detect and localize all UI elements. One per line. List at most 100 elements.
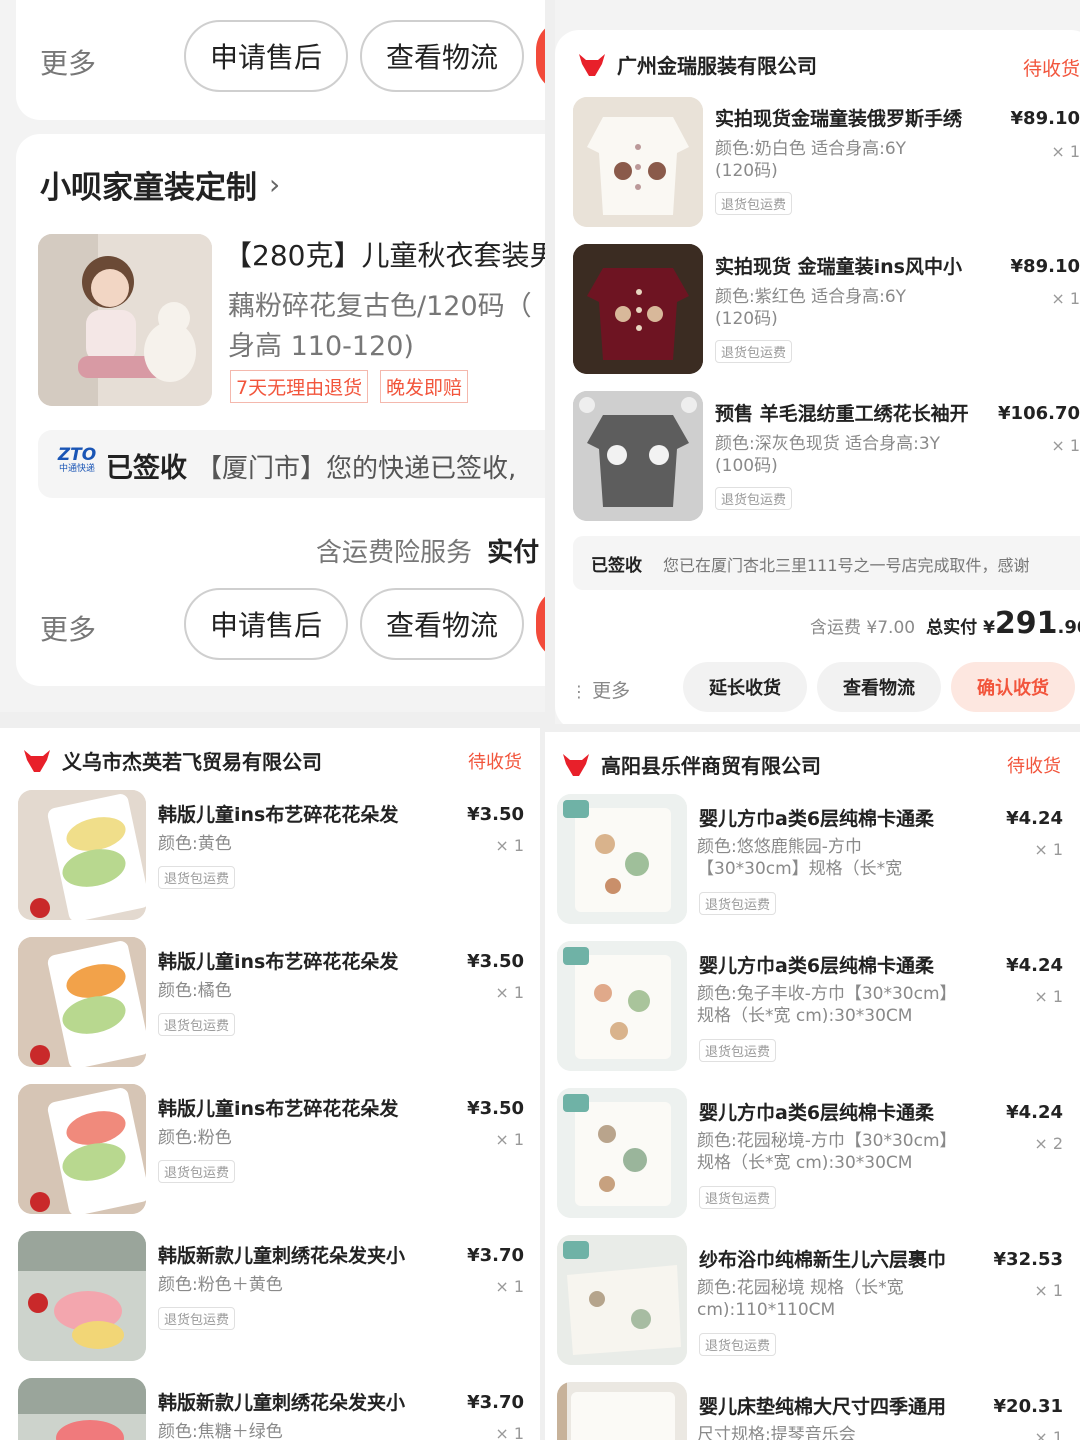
shop-bull-icon-bl [24,749,50,772]
product-spec-line1: 藕粉碎花复古色/120码（ [228,291,532,322]
panel-top-right: 广州金瑞服装有限公司 待收货 实拍现货金瑞童装俄罗斯手绣 颜色:奶白色 适合身高… [555,0,1080,724]
product-spec-tr-3: 颜色:深灰色现货 适合身高:3Y (100码) [715,434,941,477]
product-name-bl-2[interactable]: 韩版儿童ins布艺碎花花朵发 [158,947,428,974]
extend-receipt-button[interactable]: 延长收货 [683,662,807,712]
order-status-tr: 待收货 [1023,58,1080,80]
price-tr-1: ¥89.10 [1010,108,1080,129]
product-image[interactable] [38,234,212,406]
product-name-br-5[interactable]: 婴儿床垫纯棉大尺寸四季通用 [699,1392,969,1419]
logistics-text-tr: 您已在厦门杏北三里111号之一号店完成取件，感谢 [663,556,1030,575]
price-bl-4: ¥3.70 [467,1245,524,1266]
total-dec: .90 [1057,617,1080,638]
price-br-4: ¥32.53 [993,1249,1063,1270]
fee-text: 含运费险服务 [316,538,473,568]
product-name-br-3[interactable]: 婴儿方巾a类6层纯棉卡通柔 [699,1098,969,1125]
product-spec-line2: 身高 110-120) [228,331,414,362]
apply-aftersale-button-2[interactable]: 申请售后 [184,588,348,660]
chevron-right-icon: › [269,168,281,201]
qty-br-4: × 1 [1034,1281,1063,1300]
logistics-status-tr: 已签收 [591,556,642,576]
product-spec-bl-1: 颜色:黄色 [158,834,232,854]
price-tr-3: ¥106.70 [998,403,1080,424]
view-logistics-label-2: 查看物流 [385,609,498,642]
shop-bull-icon-br [563,753,589,776]
tag-br-1: 退货包运费 [699,892,777,915]
confirm-button-edge[interactable] [536,20,545,92]
shop-row-bl[interactable]: 义乌市杰英若飞贸易有限公司 [22,746,322,775]
more-label-tr: 更多 [592,680,631,702]
product-spec-br-5: 尺寸规格:提琴音乐会 [697,1425,856,1440]
product-spec-bl-3: 颜色:粉色 [158,1128,232,1148]
shipping-fee: 含运费 ¥7.00 [810,618,916,638]
view-logistics-label-tr: 查看物流 [843,678,915,699]
logistics-status: 已签收 [106,453,187,484]
tag-br-4: 退货包运费 [699,1333,777,1356]
apply-aftersale-button[interactable]: 申请售后 [184,20,348,92]
product-image-tr-3[interactable] [573,391,703,521]
order-card-main: 小呗家童装定制 › 【280克】儿童秋衣套装男 藕粉碎花复古色/120码（ 身高… [16,134,545,686]
logistics-row[interactable]: ZTO 中通快递 已签收 【厦门市】您的快递已签收, [38,430,545,498]
product-image-bl-1[interactable] [18,790,146,920]
logistics-text: 【厦门市】您的快递已签收, [196,454,517,484]
product-spec-tr-2: 颜色:紫红色 适合身高:6Y (120码) [715,287,907,330]
price-bl-3: ¥3.50 [467,1098,524,1119]
product-name-br-4[interactable]: 纱布浴巾纯棉新生儿六层裹巾 [699,1245,969,1272]
shop-row-br[interactable]: 高阳县乐伴商贸有限公司 [561,750,821,779]
product-name-bl-4[interactable]: 韩版新款儿童刺绣花朵发夹小 [158,1241,428,1268]
shop-row-tr[interactable]: 广州金瑞服装有限公司 [577,50,817,79]
product-name-tr-3[interactable]: 预售 羊毛混纺重工绣花长袖开 [715,399,985,426]
product-name-bl-3[interactable]: 韩版儿童ins布艺碎花花朵发 [158,1094,428,1121]
tag-tr-1: 退货包运费 [715,192,793,215]
qty-br-5: × 1 [1034,1428,1063,1440]
zto-logo: ZTO 中通快递 [56,446,98,474]
price-tr-2: ¥89.10 [1010,256,1080,277]
product-spec-bl-5: 颜色:焦糖＋绿色 [158,1422,283,1440]
shop-bull-icon [579,53,605,76]
product-image-br-3[interactable] [557,1088,687,1218]
confirm-button-edge-2[interactable] [536,588,545,660]
qty-tr-2: × 1 [1051,289,1080,308]
tag-bl-4: 退货包运费 [158,1307,236,1330]
product-spec-br-2: 颜色:兔子丰收-方巾【30*30cm】规格（长*宽 cm):30*30CM [697,984,957,1027]
product-spec-br-3: 颜色:花园秘境-方巾【30*30cm】规格（长*宽 cm):30*30CM [697,1131,957,1174]
fee-row: 含运费险服务 实付 [316,532,539,569]
price-br-1: ¥4.24 [1006,808,1063,829]
product-name-br-2[interactable]: 婴儿方巾a类6层纯棉卡通柔 [699,951,969,978]
product-image-br-4[interactable] [557,1235,687,1365]
qty-tr-1: × 1 [1051,142,1080,161]
tag-br-3: 退货包运费 [699,1186,777,1209]
product-name-tr-2[interactable]: 实拍现货 金瑞童装ins风中小 [715,252,985,279]
product-image-tr-1[interactable] [573,97,703,227]
product-spec-tr-1: 颜色:奶白色 适合身高:6Y (120码) [715,139,907,182]
product-name-br-1[interactable]: 婴儿方巾a类6层纯棉卡通柔 [699,804,969,831]
product-name-tr-1[interactable]: 实拍现货金瑞童装俄罗斯手绣 [715,104,985,131]
product-image-tr-2[interactable] [573,244,703,374]
tag-tr-2: 退货包运费 [715,340,793,363]
product-name-bl-1[interactable]: 韩版儿童ins布艺碎花花朵发 [158,800,428,827]
view-logistics-button-tr[interactable]: 查看物流 [817,662,941,712]
confirm-receipt-label: 确认收货 [977,678,1049,699]
product-image-bl-4[interactable] [18,1231,146,1361]
view-logistics-button-2[interactable]: 查看物流 [360,588,524,660]
more-link[interactable]: 更多 [40,42,96,82]
product-name-bl-5[interactable]: 韩版新款儿童刺绣花朵发夹小 [158,1388,428,1415]
logistics-row-tr[interactable]: 已签收 您已在厦门杏北三里111号之一号店完成取件，感谢 [573,536,1080,590]
shop-name-row[interactable]: 小呗家童装定制 › [40,162,280,207]
view-logistics-button[interactable]: 查看物流 [360,20,524,92]
panel-top-left: 更多 申请售后 查看物流 小呗家童装定制 › 【280克】儿童秋衣套装男 藕粉碎… [0,0,545,712]
product-title[interactable]: 【280克】儿童秋衣套装男 [224,234,545,274]
view-logistics-label: 查看物流 [385,41,498,74]
product-image-br-1[interactable] [557,794,687,924]
product-image-bl-5[interactable] [18,1378,146,1440]
product-image-br-2[interactable] [557,941,687,1071]
shop-name: 小呗家童装定制 [40,170,257,206]
more-link-tr[interactable]: ⋮ 更多 [571,676,630,703]
confirm-receipt-button[interactable]: 确认收货 [951,662,1075,712]
product-image-bl-3[interactable] [18,1084,146,1214]
pay-text: 实付 [487,538,540,568]
more-link-bottom[interactable]: 更多 [40,608,96,648]
product-spec-bl-2: 颜色:橘色 [158,981,232,1001]
product-image-br-5[interactable] [557,1382,687,1440]
product-image-bl-2[interactable] [18,937,146,1067]
tag-return: 7天无理由退货 [230,370,369,403]
